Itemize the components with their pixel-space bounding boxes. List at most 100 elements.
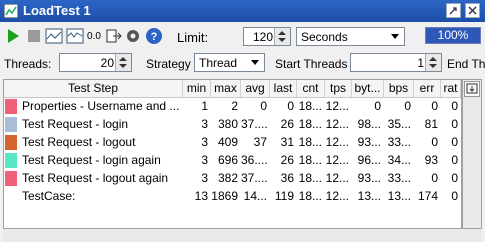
cell-min: 3 [201,135,208,149]
col-header-max[interactable]: max [211,80,241,97]
cell-avg: 0 [260,99,267,113]
cell-rat: 0 [451,99,458,113]
cell-bps: 34... [387,153,411,167]
close-button[interactable] [465,3,480,18]
threads-spinner[interactable]: 20 [59,53,132,72]
horizontal-scrollbar[interactable] [3,229,482,242]
cell-avg: 37 [253,135,267,149]
cell-name: TestCase: [22,189,76,203]
cell-min: 1 [201,99,208,113]
col-header-cnt[interactable]: cnt [297,80,325,97]
cell-tps: 12... [325,135,349,149]
undock-button[interactable] [446,3,461,18]
play-icon[interactable] [4,27,22,45]
cell-last: 31 [280,135,294,149]
limit-label: Limit: [177,30,209,45]
vertical-scrollbar[interactable] [462,79,482,229]
cell-name: Test Request - login again [22,153,161,167]
window-titlebar: LoadTest 1 [0,0,485,22]
statistics-table: Test Step min max avg last cnt tps byt..… [3,79,462,229]
table-header: Test Step min max avg last cnt tps byt..… [4,80,461,98]
limit-spinner[interactable]: 120 [243,27,291,46]
cell-name: Test Request - login [22,117,129,131]
row-color-swatch [5,99,17,114]
table-row[interactable]: Test Request - logout again 3 382 37.... 36 1… [4,170,461,187]
strategy-label: Strategy [146,57,191,71]
cell-cnt: 18... [298,153,322,167]
toolbar: 0.0 ? Limit: 120 Seconds [0,23,485,50]
cell-rat: 0 [451,117,458,131]
cell-cnt: 18... [298,189,322,203]
start-threads-value: 1 [417,56,424,70]
strategy-value: Thread [199,56,238,70]
export-icon[interactable] [105,27,123,45]
cell-tps: 12... [325,117,349,131]
table-row[interactable]: Test Request - login 3 380 37.... 26 18... 12.… [4,116,461,133]
table-row[interactable]: Properties - Username and ... 1 2 0 0 18... 12… [4,98,461,115]
col-header-bps[interactable]: bps [384,80,414,97]
col-header-err[interactable]: err [414,80,441,97]
graph-icon[interactable] [45,27,63,45]
start-threads-spinner-arrows[interactable] [425,54,441,71]
cell-last: 26 [280,153,294,167]
limit-value: 120 [252,30,273,44]
col-header-rat[interactable]: rat [441,80,461,97]
cell-avg: 37.... [241,117,268,131]
stats-icon[interactable] [66,27,84,45]
cell-max: 1869 [211,189,238,203]
table-row[interactable]: TestCase: 13 1869 14... 119 18... 12... 13... 13… [4,188,461,205]
gear-icon[interactable] [124,27,142,45]
svg-text:?: ? [151,31,158,43]
cell-max: 696 [217,153,238,167]
col-header-test-step[interactable]: Test Step [4,80,183,97]
cell-bytes: 0 [374,99,381,113]
cell-last: 119 [274,189,294,203]
row-color-swatch [5,153,17,168]
chevron-down-icon [251,60,259,65]
cell-last: 36 [280,171,294,185]
cell-min: 3 [201,153,208,167]
cell-bytes: 93... [357,171,381,185]
cell-cnt: 18... [298,117,322,131]
cell-bps: 0 [404,99,411,113]
strategy-select[interactable]: Thread [194,53,265,72]
limit-unit-select[interactable]: Seconds [296,27,405,46]
cell-rat: 0 [451,189,458,203]
cell-cnt: 18... [298,135,322,149]
cell-name: Properties - Username and ... [22,99,180,113]
cell-rat: 0 [451,135,458,149]
cell-rat: 0 [451,153,458,167]
cell-err: 81 [424,117,438,131]
threads-spinner-arrows[interactable] [115,54,131,71]
close-icon [468,6,477,15]
cell-min: 13 [194,189,208,203]
stop-icon[interactable] [25,27,43,45]
table-row[interactable]: Test Request - login again 3 696 36.... 26 18… [4,152,461,169]
reset-stats-icon[interactable]: 0.0 [87,31,101,42]
column-chooser-button[interactable] [464,81,480,97]
chevron-down-icon [391,34,399,39]
cell-bytes: 93... [357,135,381,149]
cell-tps: 12... [325,189,349,203]
col-header-bytes[interactable]: byt... [352,80,384,97]
col-header-last[interactable]: last [270,80,297,97]
window-title: LoadTest 1 [23,3,91,18]
cell-err: 93 [424,153,438,167]
cell-err: 0 [431,171,438,185]
cell-avg: 14... [243,189,267,203]
limit-spinner-arrows[interactable] [274,28,290,45]
cell-tps: 12... [325,171,349,185]
cell-cnt: 18... [298,99,322,113]
table-row[interactable]: Test Request - logout 3 409 37 31 18... 12... 9… [4,134,461,151]
threads-label: Threads: [4,57,52,71]
col-header-avg[interactable]: avg [241,80,270,97]
col-header-min[interactable]: min [183,80,211,97]
cell-max: 409 [217,135,238,149]
col-header-tps[interactable]: tps [325,80,352,97]
cell-name: Test Request - logout [22,135,136,149]
start-threads-spinner[interactable]: 1 [350,53,442,72]
cell-bps: 33... [387,135,411,149]
start-threads-label: Start Threads [275,57,348,71]
help-icon[interactable]: ? [145,27,163,45]
cell-name: Test Request - logout again [22,171,169,185]
